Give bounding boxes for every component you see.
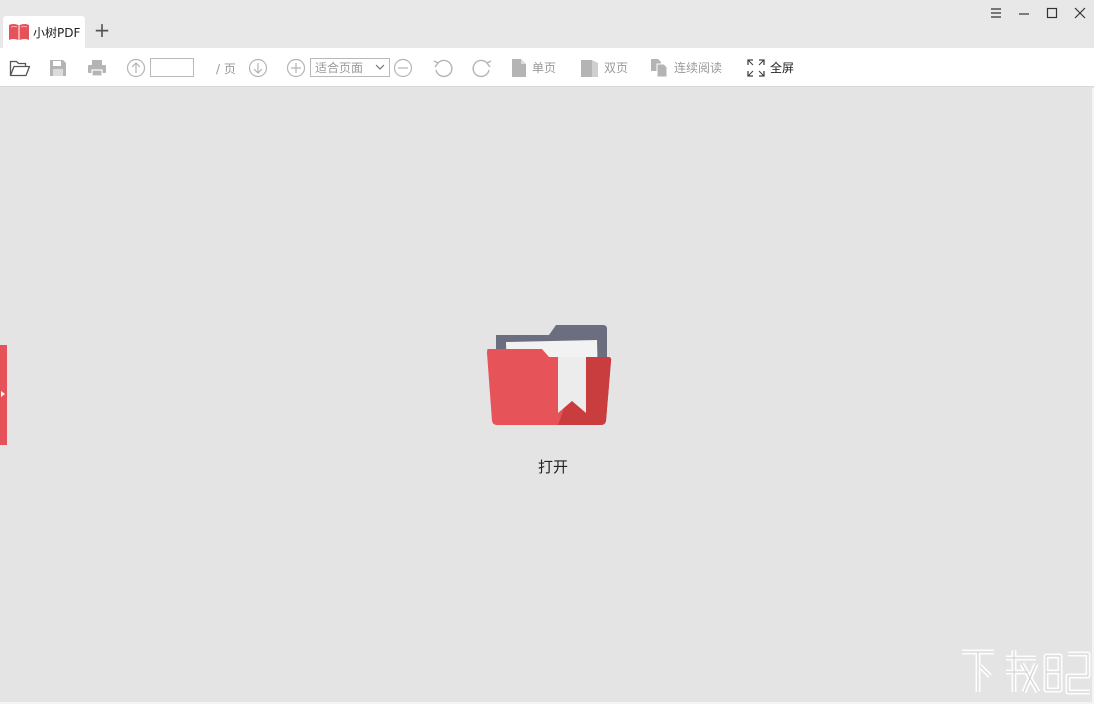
toolbar: / 页 适合页面 单页 双页 连续阅读 全屏 xyxy=(0,48,1094,87)
double-page-label: 双页 xyxy=(604,61,629,75)
page-number-input[interactable] xyxy=(150,58,194,77)
fullscreen-label: 全屏 xyxy=(770,61,795,75)
chevron-down-icon xyxy=(375,64,385,70)
page-count-label: / 页 xyxy=(216,62,236,76)
plus-circle-icon xyxy=(286,58,306,77)
maximize-icon xyxy=(1046,7,1058,19)
rotate-left-icon xyxy=(433,59,453,77)
open-file-button[interactable] xyxy=(9,57,31,78)
save-icon xyxy=(50,59,66,76)
hamburger-icon xyxy=(991,8,1001,18)
open-file-area[interactable]: 打开 xyxy=(482,318,616,480)
previous-page-button[interactable] xyxy=(126,57,146,78)
open-label: 打开 xyxy=(537,458,568,476)
minimize-button[interactable] xyxy=(1014,4,1034,22)
zoom-select[interactable]: 适合页面 xyxy=(310,58,390,77)
arrow-up-circle-icon xyxy=(126,58,146,77)
tab-title: 小树PDF xyxy=(33,25,81,40)
single-page-icon xyxy=(512,58,526,77)
save-button[interactable] xyxy=(48,57,68,78)
fullscreen-icon xyxy=(747,58,765,77)
double-page-icon xyxy=(581,59,598,77)
zoom-out-button[interactable] xyxy=(393,57,413,78)
close-button[interactable] xyxy=(1070,4,1090,22)
continuous-reading-button[interactable]: 连续阅读 xyxy=(650,57,722,78)
zoom-value: 适合页面 xyxy=(315,61,364,75)
chevron-right-icon xyxy=(1,391,5,397)
open-folder-illustration-icon xyxy=(487,325,612,425)
minus-circle-icon xyxy=(393,58,413,77)
open-folder-icon xyxy=(9,60,31,76)
sidebar-toggle-handle[interactable] xyxy=(0,345,7,445)
rotate-right-icon xyxy=(472,59,492,77)
next-page-button[interactable] xyxy=(248,57,268,78)
fullscreen-button[interactable]: 全屏 xyxy=(746,57,794,78)
rotate-right-button[interactable] xyxy=(471,57,493,78)
title-bar: 小树PDF + xyxy=(0,0,1094,48)
book-logo-icon xyxy=(8,23,30,41)
double-page-button[interactable]: 双页 xyxy=(580,57,628,78)
document-tab[interactable]: 小树PDF xyxy=(3,16,85,48)
single-page-button[interactable]: 单页 xyxy=(510,57,556,78)
watermark-logo-icon xyxy=(962,649,1091,695)
print-button[interactable] xyxy=(87,57,107,78)
maximize-button[interactable] xyxy=(1042,4,1062,22)
printer-icon xyxy=(88,59,106,77)
single-page-label: 单页 xyxy=(532,61,557,75)
minimize-icon xyxy=(1019,13,1029,15)
close-icon xyxy=(1074,7,1086,19)
new-tab-button[interactable]: + xyxy=(92,20,112,40)
menu-button[interactable] xyxy=(986,4,1006,22)
continuous-pages-icon xyxy=(651,58,668,77)
rotate-left-button[interactable] xyxy=(432,57,454,78)
arrow-down-circle-icon xyxy=(248,58,268,77)
continuous-reading-label: 连续阅读 xyxy=(674,61,723,75)
zoom-in-button[interactable] xyxy=(286,57,306,78)
